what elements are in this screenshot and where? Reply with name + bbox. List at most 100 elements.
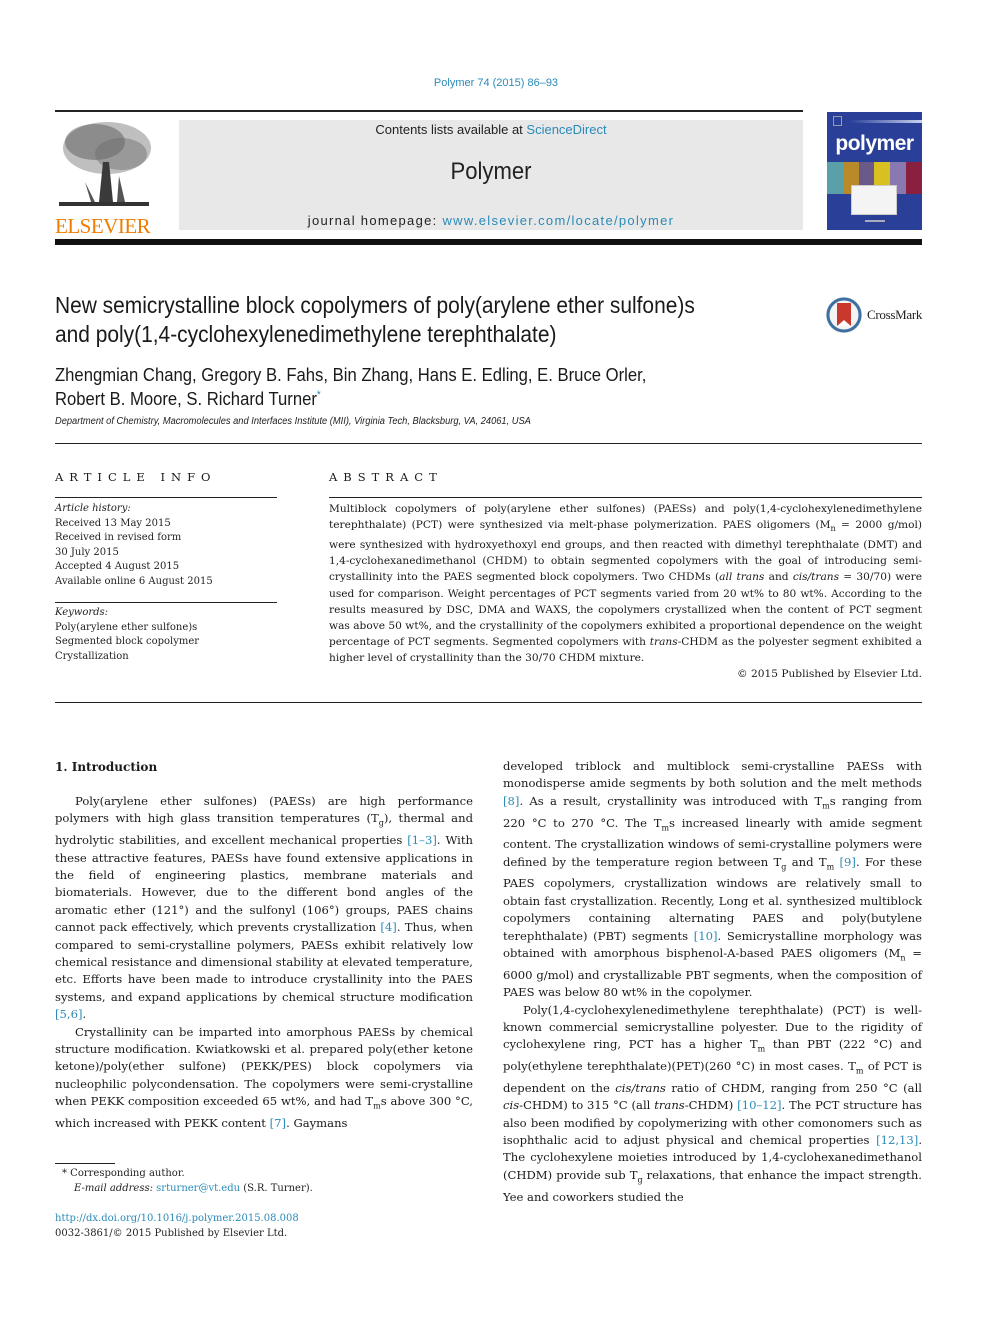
crossmark-icon [826, 297, 862, 333]
journal-banner: Contents lists available at ScienceDirec… [179, 120, 803, 230]
keyword-item: Crystallization [55, 650, 129, 662]
journal-cover-thumbnail[interactable]: polymer [827, 112, 922, 230]
homepage-line: journal homepage: www.elsevier.com/locat… [179, 213, 803, 228]
body-paragraph: Poly(1,4-cyclohexylenedimethylene tereph… [503, 1002, 922, 1206]
italic-run: trans [654, 1098, 685, 1113]
history-item: Accepted 4 August 2015 [55, 561, 180, 572]
text-run: . With these attractive features, PAESs … [55, 833, 473, 935]
article-info-heading: ARTICLE INFO [55, 470, 217, 484]
keyword-item: Poly(arylene ether sulfone)s [55, 621, 198, 633]
reference-link[interactable]: [1–3] [407, 833, 437, 847]
abstract-paragraph: Multiblock copolymers of poly(arylene et… [329, 501, 922, 666]
authors-line-2-text: Robert B. Moore, S. Richard Turner [55, 388, 317, 410]
abstract-rule [329, 497, 922, 498]
italic-run: trans [649, 635, 678, 648]
subscript: m [373, 1101, 381, 1111]
email-suffix: (S.R. Turner). [240, 1183, 313, 1194]
elsevier-wordmark: ELSEVIER [55, 214, 151, 238]
email-link[interactable]: srturner@vt.edu [156, 1183, 240, 1194]
subscript: m [661, 822, 670, 832]
text-run: . [82, 1007, 87, 1022]
text-run: and T [786, 854, 827, 869]
reference-link[interactable]: [10] [694, 929, 718, 943]
keyword-item: Segmented block copolymer [55, 636, 200, 647]
contents-prefix: Contents lists available at [375, 122, 527, 137]
sciencedirect-link[interactable]: ScienceDirect [526, 122, 606, 137]
keywords-label: Keywords: [55, 607, 109, 618]
reference-link[interactable]: [9] [840, 855, 856, 869]
doi-link[interactable]: http://dx.doi.org/10.1016/j.polymer.2015… [55, 1213, 299, 1224]
contents-line: Contents lists available at ScienceDirec… [179, 122, 803, 137]
body-column-right: developed triblock and multiblock semi-c… [503, 758, 922, 1206]
abstract-end-rule [55, 702, 922, 703]
body-paragraph: Poly(arylene ether sulfones) (PAESs) are… [55, 793, 473, 1024]
article-title: New semicrystalline block copolymers of … [55, 291, 747, 349]
journal-name: Polymer [450, 158, 532, 185]
reference-link[interactable]: [8] [503, 794, 519, 808]
email-note: E-mail address: srturner@vt.edu (S.R. Tu… [62, 1181, 313, 1196]
homepage-link[interactable]: www.elsevier.com/locate/polymer [442, 213, 674, 228]
text-run: -CHDM) to 315 °C (all [519, 1098, 655, 1113]
cover-elsevier-mark [833, 116, 842, 126]
article-info-rule [55, 497, 277, 498]
cover-title: polymer [835, 132, 914, 155]
affiliation: Department of Chemistry, Macromolecules … [55, 416, 531, 427]
footnote-rule [55, 1163, 115, 1164]
italic-run: cis/trans [792, 571, 840, 584]
footnote-text: Corresponding author. [67, 1168, 185, 1179]
section-heading-introduction: 1. Introduction [55, 760, 158, 774]
header-rule [55, 110, 803, 112]
cover-editor-line [865, 220, 885, 222]
abstract-copyright: © 2015 Published by Elsevier Ltd. [737, 668, 922, 681]
abstract-body: Multiblock copolymers of poly(arylene et… [329, 501, 922, 682]
reference-link[interactable]: [10–12] [737, 1098, 781, 1112]
issn-line: 0032-3861/© 2015 Published by Elsevier L… [55, 1228, 288, 1239]
email-label: E-mail address: [74, 1183, 153, 1194]
text-run: -CHDM) [684, 1098, 738, 1113]
crossmark-label: CrossMark [867, 307, 923, 322]
abstract-heading: ABSTRACT [329, 470, 443, 484]
text-run: ratio of CHDM, ranging from 250 °C (all [665, 1080, 922, 1095]
title-line-1: New semicrystalline block copolymers of … [55, 292, 695, 318]
keywords: Keywords: Poly(arylene ether sulfone)s S… [55, 606, 199, 664]
history-label: Article history: [55, 503, 131, 514]
corresponding-author-mark[interactable]: * [317, 389, 321, 401]
history-item: Received 13 May 2015 [55, 517, 171, 529]
body-paragraph: developed triblock and multiblock semi-c… [503, 758, 922, 1002]
body-paragraph: Crystallinity can be imparted into amorp… [55, 1024, 473, 1133]
affiliation-rule [55, 443, 922, 444]
author-list: Zhengmian Chang, Gregory B. Fahs, Bin Zh… [55, 364, 646, 409]
italic-run: cis/trans [615, 1080, 666, 1095]
reference-link[interactable]: [5,6] [55, 1007, 82, 1021]
text-run: . Gaymans [286, 1115, 348, 1130]
title-line-2: and poly(1,4-cyclohexylenedimethylene te… [55, 321, 557, 347]
abstract-text-run: and [764, 571, 793, 584]
doi-block: http://dx.doi.org/10.1016/j.polymer.2015… [55, 1211, 299, 1241]
text-run: developed triblock and multiblock semi-c… [503, 759, 922, 791]
elsevier-tree-icon [55, 120, 153, 208]
footnote: * Corresponding author. E-mail address: … [62, 1166, 313, 1196]
history-item: Available online 6 August 2015 [55, 575, 213, 587]
authors-line-2: Robert B. Moore, S. Richard Turner* [55, 385, 646, 409]
homepage-prefix: journal homepage: [307, 213, 443, 228]
history-item: 30 July 2015 [55, 546, 119, 558]
italic-run: cis [503, 1098, 520, 1113]
subscript: m [822, 801, 830, 811]
cover-figure [851, 185, 897, 215]
cover-bar [849, 120, 922, 123]
article-history: Article history: Received 13 May 2015 Re… [55, 502, 213, 589]
history-item: Received in revised form [55, 532, 182, 543]
text-run: . As a result, crystallinity was introdu… [519, 793, 823, 808]
header-thick-rule [55, 239, 922, 245]
corresponding-author-note: * Corresponding author. [62, 1166, 313, 1181]
reference-link[interactable]: [7] [270, 1116, 286, 1130]
citation-link[interactable]: Polymer 74 (2015) 86–93 [434, 77, 558, 89]
body-column-left: Poly(arylene ether sulfones) (PAESs) are… [55, 793, 473, 1132]
journal-citation[interactable]: Polymer 74 (2015) 86–93 [0, 77, 992, 89]
crossmark-button[interactable]: CrossMark [825, 296, 922, 334]
keywords-rule [55, 602, 277, 603]
reference-link[interactable]: [12,13] [876, 1133, 918, 1147]
authors-line-1: Zhengmian Chang, Gregory B. Fahs, Bin Zh… [55, 364, 647, 385]
elsevier-logo[interactable]: ELSEVIER [55, 120, 155, 237]
reference-link[interactable]: [4] [380, 920, 396, 934]
